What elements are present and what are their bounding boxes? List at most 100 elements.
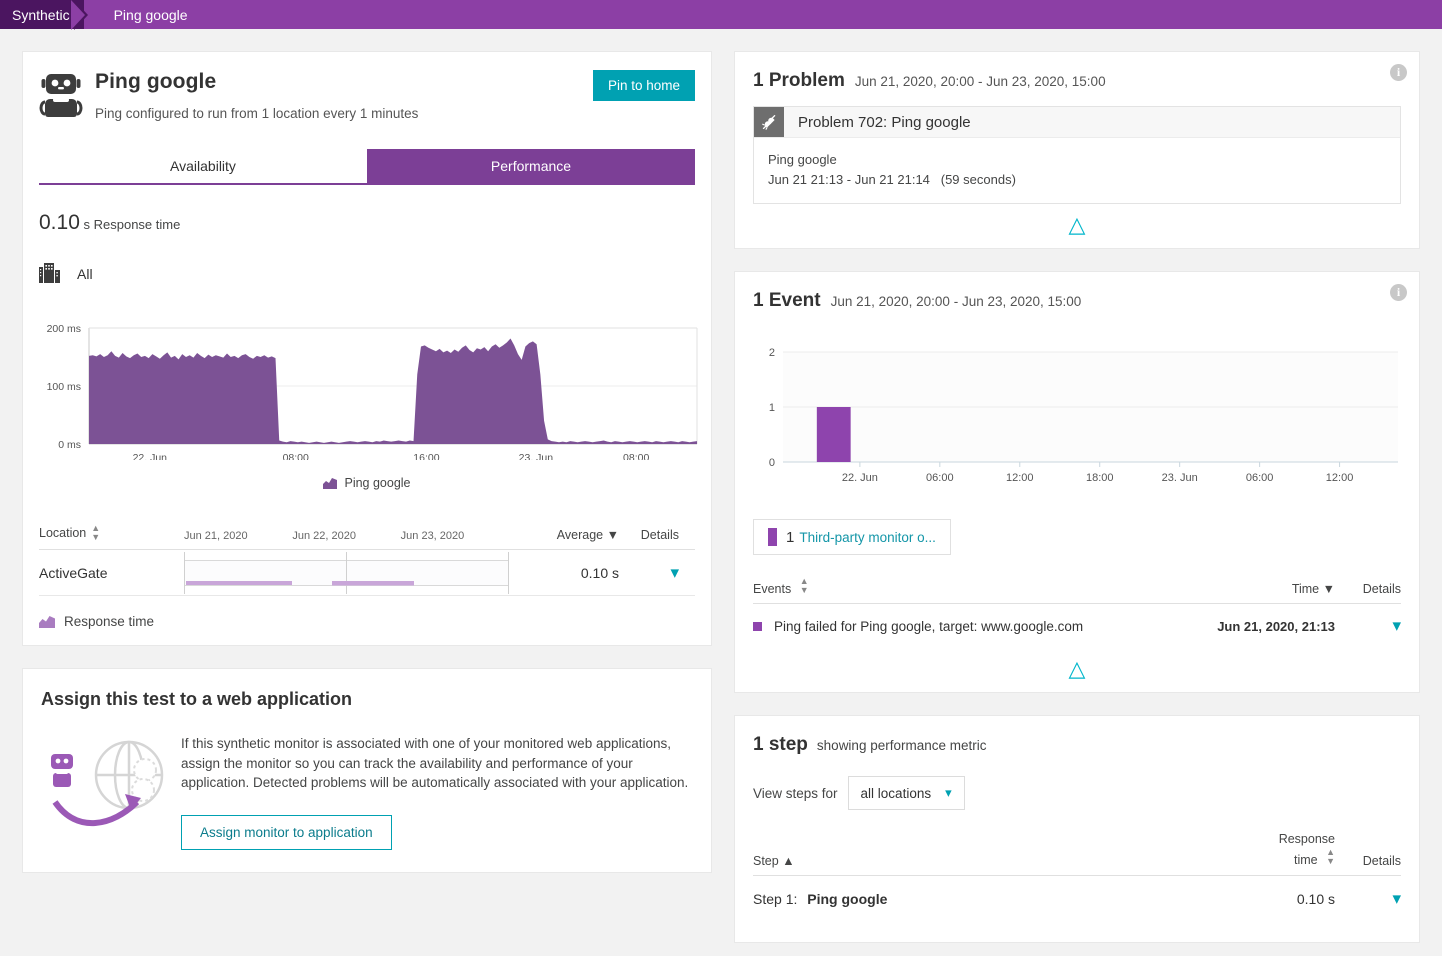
metric-value: 0.10 xyxy=(39,211,80,234)
location-filter[interactable]: All xyxy=(39,263,695,285)
svg-text:23. Jun: 23. Jun xyxy=(1162,472,1198,484)
column-step[interactable]: Step ▲ xyxy=(753,854,1225,868)
tab-performance[interactable]: Performance xyxy=(367,149,695,185)
step-details-toggle[interactable]: ▾ xyxy=(1335,889,1401,909)
events-bar-chart: 01222. Jun06:0012:0018:0023. Jun06:0012:… xyxy=(753,340,1401,505)
event-time: Jun 21, 2020, 21:13 xyxy=(1205,619,1335,634)
column-average-label: Average xyxy=(557,528,603,542)
column-response-line2: time xyxy=(1294,853,1318,867)
assign-card-body: If this synthetic monitor is associated … xyxy=(41,730,693,850)
column-details: Details xyxy=(1335,582,1401,596)
sort-icon: ▲▼ xyxy=(91,524,100,542)
svg-text:12:00: 12:00 xyxy=(1326,472,1354,484)
steps-panel: 1 step showing performance metric View s… xyxy=(734,715,1420,943)
location-select-value: all locations xyxy=(861,786,932,801)
events-collapse-row: △ xyxy=(753,648,1401,692)
problems-panel: i 1 Problem Jun 21, 2020, 20:00 - Jun 23… xyxy=(734,51,1420,249)
column-time[interactable]: Time ▼ xyxy=(1205,582,1335,596)
steps-table-header: Step ▲ Response time ▲▼ Details xyxy=(753,832,1401,876)
events-panel-header: 1 Event Jun 21, 2020, 20:00 - Jun 23, 20… xyxy=(753,290,1401,312)
step-name-cell: Step 1: Ping google xyxy=(753,891,1225,907)
location-table-header: Location ▲▼ Jun 21, 2020 Jun 22, 2020 Ju… xyxy=(39,524,695,550)
area-chart-icon xyxy=(323,477,337,489)
footer-legend-label: Response time xyxy=(64,614,154,629)
problem-time: Jun 21 21:13 - Jun 21 21:14 xyxy=(768,172,930,187)
step-prefix: Step 1: xyxy=(753,891,797,907)
chip-count: 1 xyxy=(786,529,794,546)
column-average[interactable]: Average ▼ xyxy=(509,528,619,542)
column-response-time[interactable]: Response time ▲▼ xyxy=(1225,832,1335,868)
events-count: 1 Event xyxy=(753,290,821,312)
events-panel: i 1 Event Jun 21, 2020, 20:00 - Jun 23, … xyxy=(734,271,1420,693)
metric-unit: s xyxy=(84,217,91,232)
column-details-label: Details xyxy=(1363,582,1401,596)
table-row[interactable]: Ping failed for Ping google, target: www… xyxy=(753,604,1401,648)
column-details-label: Details xyxy=(1363,854,1401,868)
broken-connection-icon xyxy=(754,107,784,137)
location-select[interactable]: all locations ▾ xyxy=(848,776,965,810)
problem-title-row: Problem 702: Ping google xyxy=(754,107,1400,138)
problems-panel-header: 1 Problem Jun 21, 2020, 20:00 - Jun 23, … xyxy=(753,70,1401,92)
city-buildings-icon xyxy=(39,263,63,285)
column-step-label: Step xyxy=(753,854,779,868)
svg-text:2: 2 xyxy=(769,347,775,359)
response-chart-legend-label: Ping google xyxy=(344,476,410,490)
sort-desc-icon: ▼ xyxy=(607,528,619,542)
event-color-square xyxy=(753,622,762,631)
svg-text:200 ms: 200 ms xyxy=(47,323,81,335)
problems-collapse-row: △ xyxy=(753,204,1401,248)
column-events[interactable]: Events ▲▼ xyxy=(753,577,1205,596)
column-events-label: Events xyxy=(753,582,791,596)
step-response-time: 0.10 s xyxy=(1225,891,1335,909)
problem-item[interactable]: Problem 702: Ping google Ping google Jun… xyxy=(753,106,1401,204)
right-column: i 1 Problem Jun 21, 2020, 20:00 - Jun 23… xyxy=(734,51,1420,956)
svg-text:23. Jun: 23. Jun xyxy=(519,452,554,460)
assign-monitor-button[interactable]: Assign monitor to application xyxy=(181,815,392,850)
breadcrumb-current[interactable]: Ping google xyxy=(102,0,200,29)
table-row[interactable]: ActiveGate 0.10 s ▾ xyxy=(39,550,695,596)
monitor-overview-card: Ping google Ping configured to run from … xyxy=(22,51,712,646)
breadcrumb-current-label: Ping google xyxy=(114,7,188,23)
problems-count: 1 Problem xyxy=(753,70,845,92)
table-row[interactable]: Step 1: Ping google 0.10 s ▾ xyxy=(753,876,1401,922)
chevron-down-icon: ▾ xyxy=(945,785,952,801)
column-date-scale: Jun 21, 2020 Jun 22, 2020 Jun 23, 2020 xyxy=(184,530,509,542)
column-response-line1: Response xyxy=(1279,832,1335,846)
area-chart-icon xyxy=(39,615,55,628)
steps-subtitle: showing performance metric xyxy=(817,738,987,753)
date-tick-3: Jun 23, 2020 xyxy=(401,530,509,542)
row-details-toggle[interactable]: ▾ xyxy=(619,563,679,583)
chevron-up-icon[interactable]: △ xyxy=(1069,662,1086,676)
robot-icon xyxy=(39,72,83,118)
date-tick-2: Jun 22, 2020 xyxy=(292,530,400,542)
event-details-toggle[interactable]: ▾ xyxy=(1335,616,1401,636)
event-name: Ping failed for Ping google, target: www… xyxy=(774,619,1083,634)
info-icon[interactable]: i xyxy=(1390,64,1407,81)
breadcrumb-separator-icon xyxy=(84,0,102,29)
svg-text:06:00: 06:00 xyxy=(1246,472,1274,484)
sparkline-svg xyxy=(184,552,509,594)
svg-text:16:00: 16:00 xyxy=(413,452,439,460)
events-bar-chart-svg: 01222. Jun06:0012:0018:0023. Jun06:0012:… xyxy=(753,340,1403,500)
pin-to-home-button[interactable]: Pin to home xyxy=(593,70,695,101)
chevron-down-icon: ▾ xyxy=(1392,889,1401,908)
chevron-up-icon[interactable]: △ xyxy=(1069,218,1086,232)
tab-availability[interactable]: Availability xyxy=(39,149,367,185)
response-time-chart: 0 ms100 ms200 ms22. Jun08:0016:0023. Jun… xyxy=(39,315,695,460)
response-time-metric: 0.10 s Response time xyxy=(39,211,695,235)
info-icon[interactable]: i xyxy=(1390,284,1407,301)
column-location[interactable]: Location ▲▼ xyxy=(39,524,184,542)
monitor-subtitle: Ping configured to run from 1 location e… xyxy=(95,106,418,121)
svg-text:0 ms: 0 ms xyxy=(58,439,81,451)
svg-text:100 ms: 100 ms xyxy=(47,381,81,393)
svg-text:12:00: 12:00 xyxy=(1006,472,1034,484)
location-filter-label: All xyxy=(77,266,93,282)
event-type-chip[interactable]: 1 Third-party monitor o... xyxy=(753,519,951,555)
breadcrumb-root-label: Synthetic xyxy=(12,7,70,23)
chevron-down-icon: ▾ xyxy=(1392,616,1401,635)
column-details-label: Details xyxy=(641,528,679,542)
monitor-title-group: Ping google Ping configured to run from … xyxy=(95,70,418,121)
svg-text:1: 1 xyxy=(769,402,775,414)
column-time-label: Time xyxy=(1292,582,1319,596)
steps-count: 1 step xyxy=(753,734,808,756)
